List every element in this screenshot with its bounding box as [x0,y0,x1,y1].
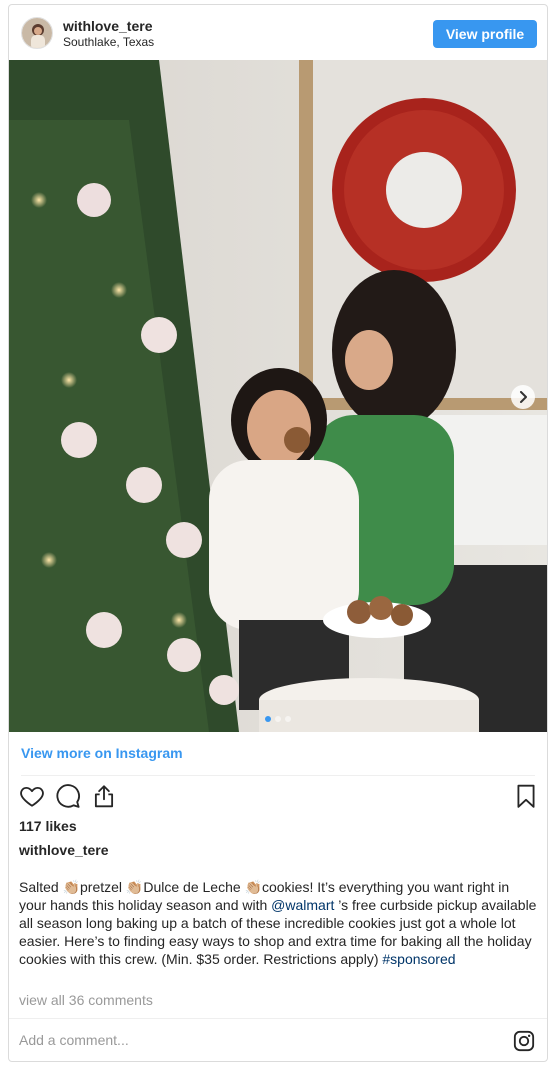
avatar[interactable] [21,17,53,49]
post-caption: Salted 👏🏼pretzel 👏🏼Dulce de Leche 👏🏼cook… [19,878,539,968]
like-count[interactable]: 117 likes [19,818,77,834]
view-more-link[interactable]: View more on Instagram [21,745,183,761]
divider [21,775,535,776]
post-card: withlove_tere Southlake, Texas View prof… [8,4,548,1062]
avatar-image [22,18,52,48]
post-image [9,60,547,732]
hashtag-link[interactable]: #sponsored [382,951,455,967]
chevron-right-icon [520,391,527,403]
action-bar [19,783,539,813]
carousel-dot [275,716,281,722]
bookmark-icon[interactable] [513,783,539,809]
caption-username[interactable]: withlove_tere [19,842,108,858]
post-photo[interactable] [9,60,547,732]
mention-link[interactable]: @walmart [271,897,334,913]
instagram-icon[interactable] [513,1030,535,1052]
carousel-dot [265,716,271,722]
carousel-indicator [9,716,547,722]
share-icon[interactable] [91,783,117,809]
divider [9,1018,547,1019]
next-slide-button[interactable] [511,385,535,409]
view-comments-link[interactable]: view all 36 comments [19,992,153,1008]
comment-input[interactable] [19,1027,489,1053]
view-profile-button[interactable]: View profile [433,20,537,48]
carousel-dot [285,716,291,722]
heart-icon[interactable] [19,783,45,809]
comment-icon[interactable] [55,783,81,809]
post-location[interactable]: Southlake, Texas [63,35,154,49]
post-username[interactable]: withlove_tere [63,18,152,34]
post-header: withlove_tere Southlake, Texas View prof… [9,5,547,61]
